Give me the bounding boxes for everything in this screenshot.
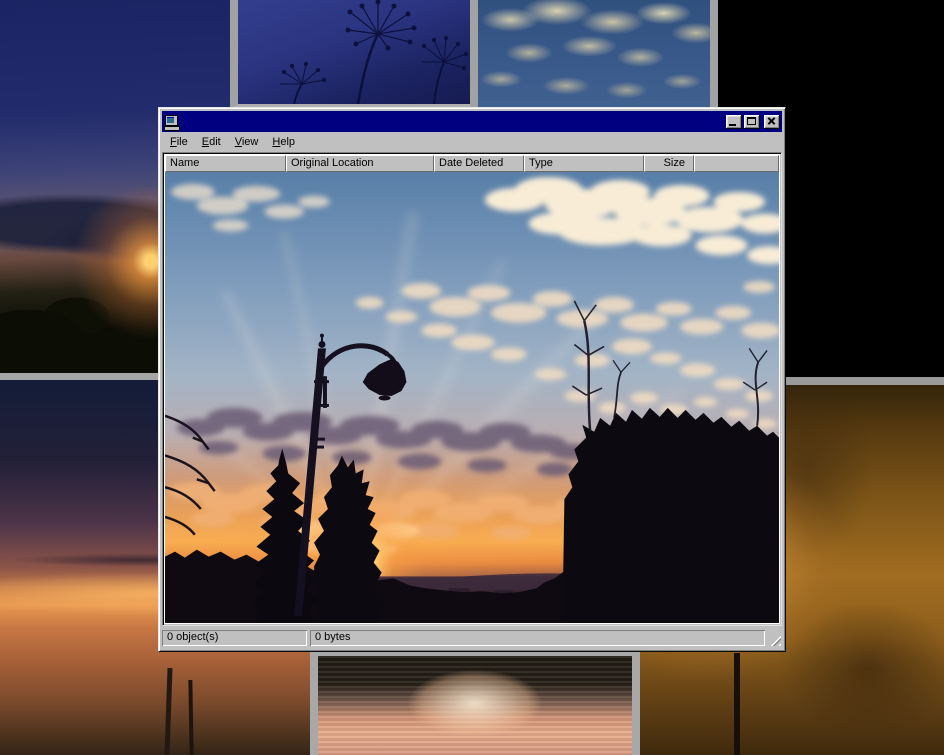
list-background-photo[interactable] bbox=[165, 172, 779, 623]
column-header-filler bbox=[694, 155, 779, 172]
background-photo-flowers bbox=[230, 0, 470, 110]
water-pole bbox=[164, 668, 172, 755]
maximize-button[interactable] bbox=[744, 115, 760, 129]
status-bar: 0 object(s) 0 bytes bbox=[162, 628, 782, 648]
lamp-pole-continuation bbox=[734, 653, 740, 755]
status-size: 0 bytes bbox=[310, 630, 765, 646]
file-list-view: Name Original Location Date Deleted Type… bbox=[162, 152, 782, 626]
maximize-icon bbox=[747, 117, 756, 125]
water-pole bbox=[188, 680, 193, 755]
column-header-name[interactable]: Name bbox=[165, 155, 286, 172]
resize-grip[interactable] bbox=[768, 633, 781, 646]
minimize-icon bbox=[729, 124, 736, 126]
minimize-button[interactable] bbox=[726, 115, 742, 129]
recycle-bin-window: File Edit View Help Name Original Locati… bbox=[158, 107, 786, 652]
column-header-size[interactable]: Size bbox=[644, 155, 694, 172]
column-header-original-location[interactable]: Original Location bbox=[286, 155, 434, 172]
flower-silhouettes-graphic bbox=[238, 0, 470, 104]
menu-bar: File Edit View Help bbox=[162, 132, 782, 152]
my-computer-icon[interactable] bbox=[164, 115, 179, 129]
desktop: File Edit View Help Name Original Locati… bbox=[0, 0, 944, 755]
column-header-type[interactable]: Type bbox=[524, 155, 644, 172]
menu-help[interactable]: Help bbox=[265, 134, 302, 150]
close-button[interactable] bbox=[764, 115, 780, 129]
menu-view[interactable]: View bbox=[228, 134, 266, 150]
status-object-count: 0 object(s) bbox=[162, 630, 307, 646]
menu-file[interactable]: File bbox=[163, 134, 195, 150]
sunset-photo-graphic bbox=[165, 172, 779, 623]
menu-edit[interactable]: Edit bbox=[195, 134, 228, 150]
column-header-date-deleted[interactable]: Date Deleted bbox=[434, 155, 524, 172]
background-photo-clouds bbox=[470, 0, 718, 110]
title-bar[interactable] bbox=[162, 111, 782, 132]
background-photo-reflections bbox=[310, 648, 640, 755]
column-header-row: Name Original Location Date Deleted Type… bbox=[165, 155, 779, 172]
